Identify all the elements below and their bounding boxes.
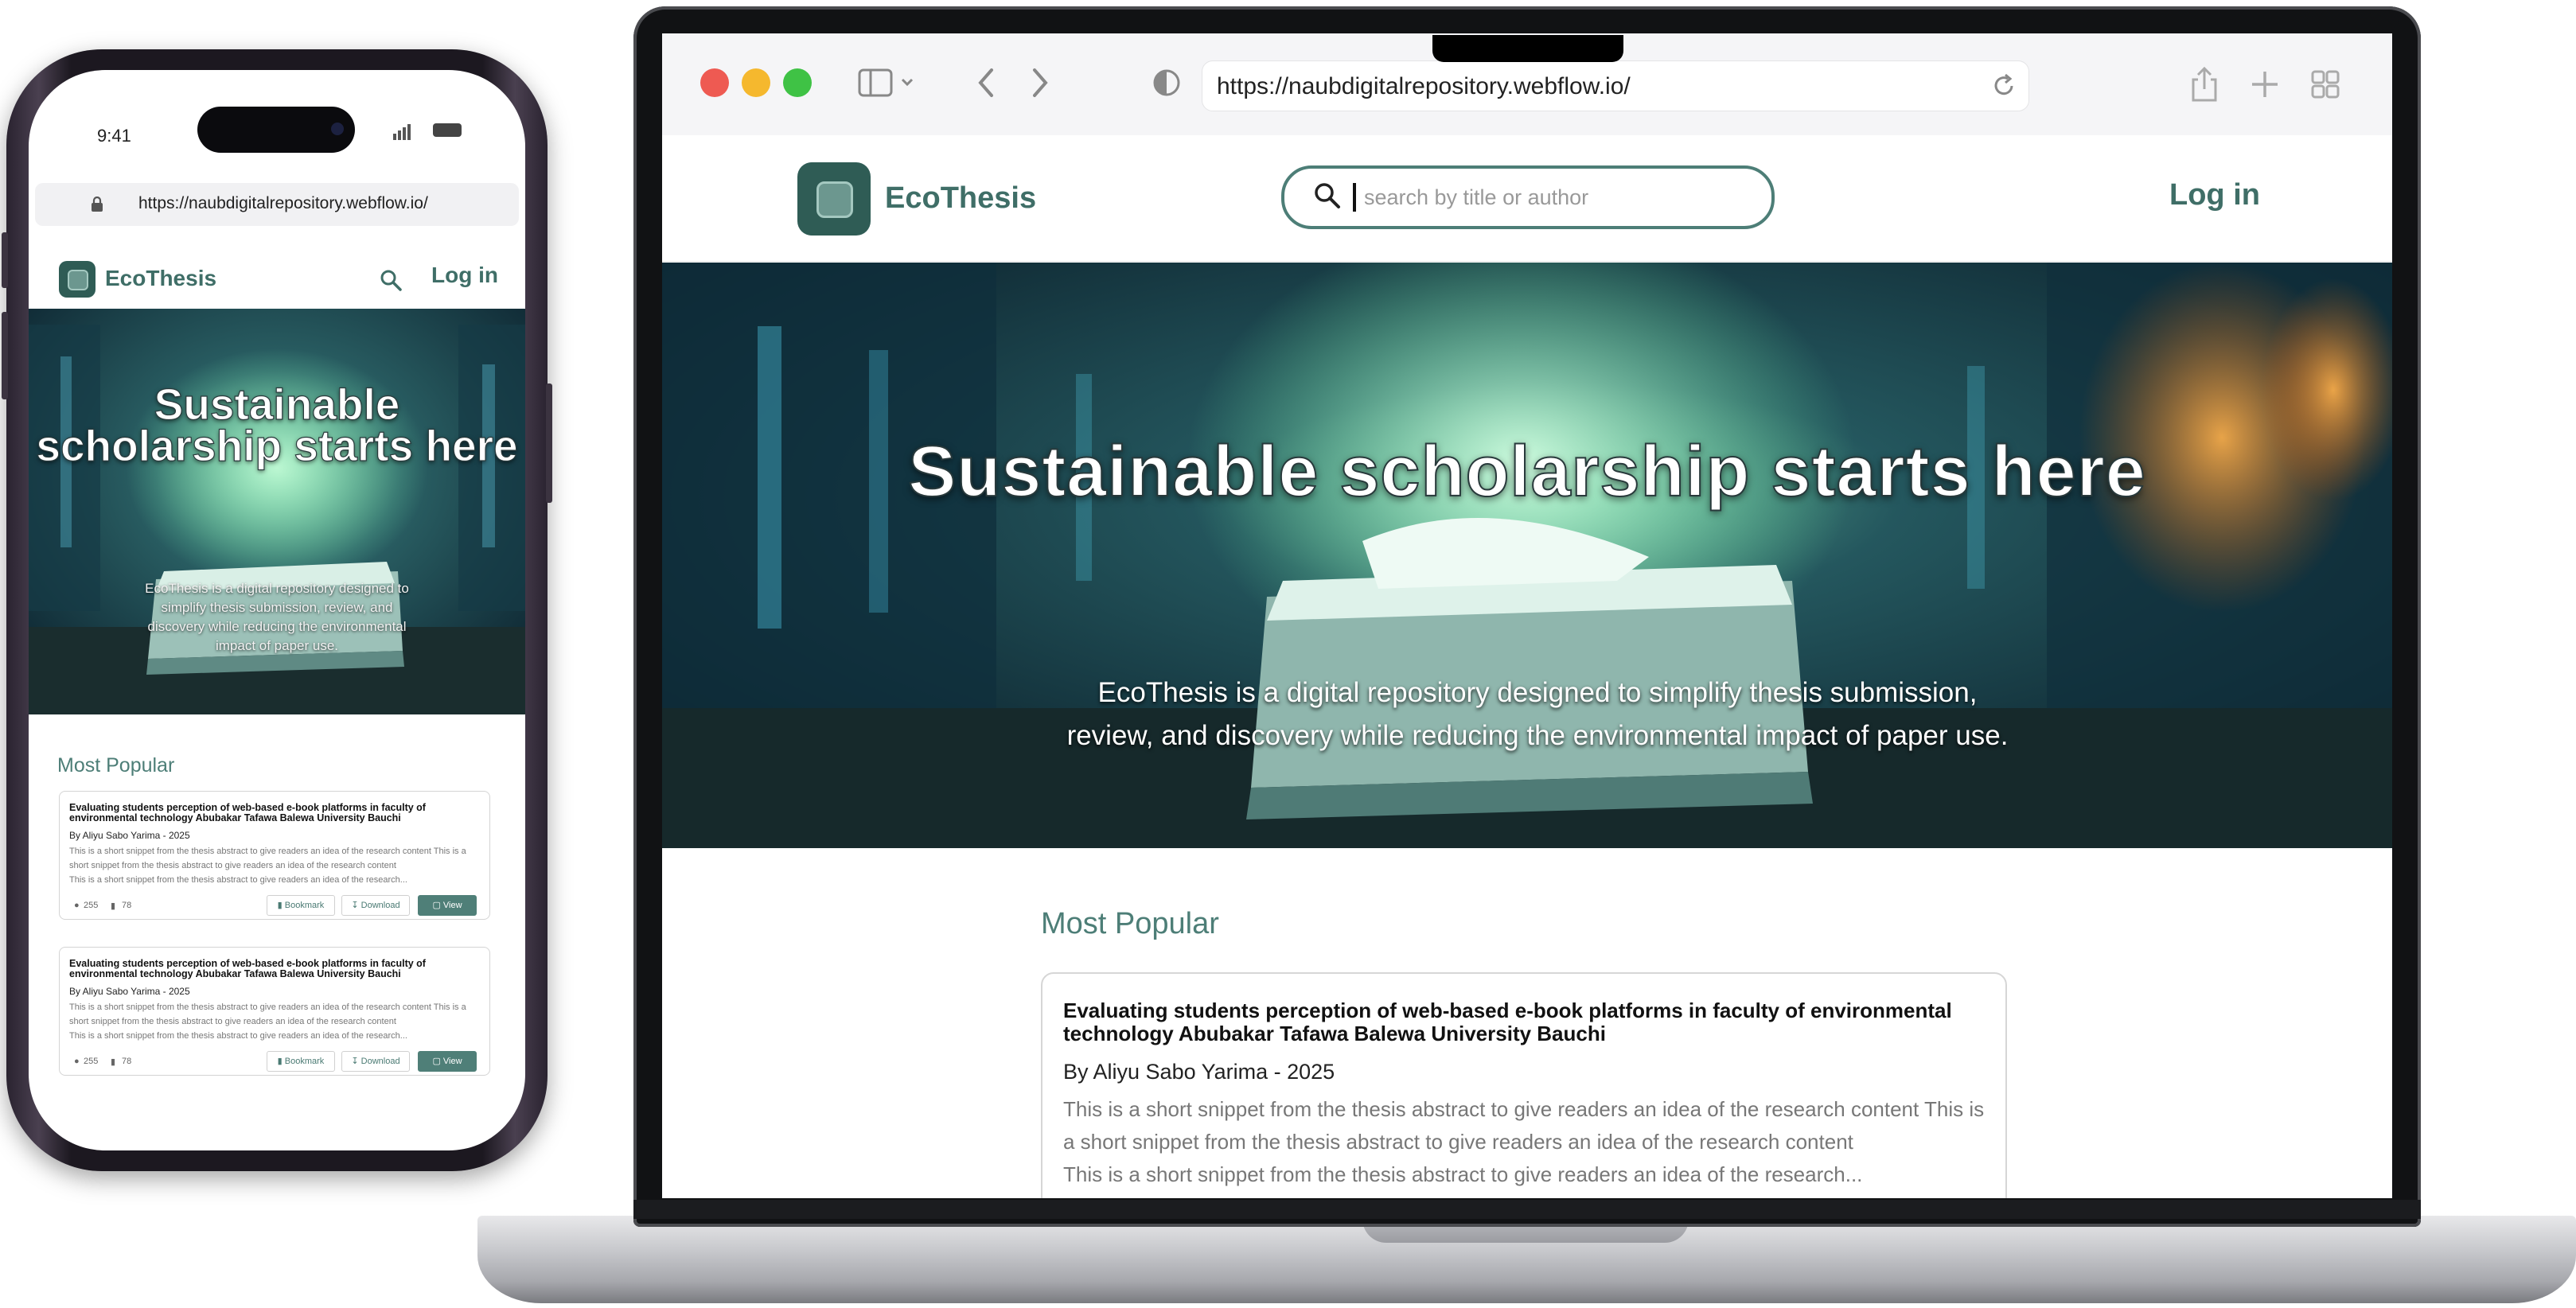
view-label: View xyxy=(442,901,462,910)
thesis-author: By Aliyu Sabo Yarima - 2025 xyxy=(69,830,190,841)
phone-site-header: EcoThesis Log in xyxy=(29,229,525,309)
search-input[interactable] xyxy=(1362,181,1748,214)
download-label: Download xyxy=(360,901,400,910)
bookmark-button[interactable]: ▮ Bookmark xyxy=(267,895,335,916)
section-title: Most Popular xyxy=(1041,907,1219,940)
search-icon xyxy=(1315,183,1340,208)
phone-hero-description: EcoThesis is a digital repository design… xyxy=(145,581,409,653)
thesis-author: By Aliyu Sabo Yarima - 2025 xyxy=(69,986,190,997)
phone-mockup: 9:41 https://naubdigitalrepository.webfl… xyxy=(2,49,552,1171)
bookmark-button[interactable]: ▮ Bookmark xyxy=(267,1051,335,1072)
download-label: Download xyxy=(360,1057,400,1066)
privacy-shield-icon[interactable] xyxy=(1151,65,1183,100)
download-icon: ↧ xyxy=(351,901,361,910)
close-window-button[interactable] xyxy=(700,68,729,97)
phone-screen: 9:41 https://naubdigitalrepository.webfl… xyxy=(29,70,525,1150)
phone-hero: Sustainable scholarship starts here EcoT… xyxy=(29,309,525,714)
download-button[interactable]: ↧ Download xyxy=(341,895,410,916)
hero-title: Sustainable scholarship starts here xyxy=(907,431,2146,512)
bookmark-count: 78 xyxy=(122,1057,132,1066)
view-button[interactable]: ▢ View xyxy=(418,895,477,916)
url-text: https://naubdigitalrepository.webflow.io… xyxy=(1217,73,1631,99)
thesis-title[interactable]: Evaluating students perception of web-ba… xyxy=(69,959,480,979)
laptop-screen: https://naubdigitalrepository.webflow.io… xyxy=(662,33,2392,1198)
hero-description: EcoThesis is a digital repository design… xyxy=(1066,677,2009,751)
phone-url-text: https://naubdigitalrepository.webflow.io… xyxy=(138,194,428,212)
brand-logo-icon[interactable] xyxy=(59,261,95,298)
phone-address-bar[interactable]: https://naubdigitalrepository.webflow.io… xyxy=(35,183,519,226)
minimize-window-button[interactable] xyxy=(742,68,770,97)
snippet-text: This is a short snippet from the thesis … xyxy=(69,875,407,885)
phone-hero-title: Sustainable scholarship starts here xyxy=(36,380,518,470)
camera-icon xyxy=(331,123,344,135)
thesis-card[interactable]: Evaluating students perception of web-ba… xyxy=(1041,972,2007,1198)
thesis-title[interactable]: Evaluating students perception of web-ba… xyxy=(69,803,480,823)
reload-icon[interactable] xyxy=(1990,72,2017,99)
download-button[interactable]: ↧ Download xyxy=(341,1051,410,1072)
bookmark-label: Bookmark xyxy=(284,1057,325,1066)
lock-icon xyxy=(92,197,103,212)
view-icon: ▢ xyxy=(432,1057,443,1066)
brand-name[interactable]: EcoThesis xyxy=(105,266,216,291)
snippet-text: This is a short snippet from the thesis … xyxy=(1063,1162,1863,1186)
phone-volume-button xyxy=(2,312,8,399)
bookmark-icon: ▮ xyxy=(277,901,285,910)
snippet-text: This is a short snippet from the thesis … xyxy=(1063,1097,1985,1154)
bookmark-count: 78 xyxy=(122,901,132,910)
laptop-mockup: https://naubdigitalrepository.webflow.io… xyxy=(477,0,2576,1308)
search-box[interactable] xyxy=(1281,165,1775,229)
share-icon[interactable] xyxy=(2188,65,2220,103)
brand-logo-icon[interactable] xyxy=(797,162,871,236)
phone-side-button xyxy=(2,232,8,288)
hero-banner: Sustainable scholarship starts here EcoT… xyxy=(662,263,2392,848)
view-count: 255 xyxy=(84,901,99,910)
battery-icon xyxy=(433,123,462,137)
thesis-snippet: This is a short snippet from the thesis … xyxy=(69,1000,480,1043)
view-count: 255 xyxy=(84,1057,99,1066)
phone-status-bar: 9:41 xyxy=(29,70,525,165)
status-time: 9:41 xyxy=(97,126,131,146)
view-label: View xyxy=(442,1057,462,1066)
view-button[interactable]: ▢ View xyxy=(418,1051,477,1072)
login-link[interactable]: Log in xyxy=(2169,178,2260,212)
thesis-snippet: This is a short snippet from the thesis … xyxy=(1063,1093,1994,1191)
dynamic-island xyxy=(197,107,355,153)
bookmark-icon: ▮ xyxy=(277,1057,285,1066)
snippet-text: This is a short snippet from the thesis … xyxy=(69,1002,466,1026)
search-icon[interactable] xyxy=(379,268,403,292)
new-tab-icon[interactable] xyxy=(2249,65,2281,103)
thesis-author: By Aliyu Sabo Yarima - 2025 xyxy=(1063,1060,1335,1084)
laptop-bezel-bottom xyxy=(633,1200,2421,1219)
brand-name[interactable]: EcoThesis xyxy=(885,181,1036,216)
eye-icon: ● xyxy=(74,1057,80,1066)
site-header: EcoThesis Log in xyxy=(662,135,2392,262)
back-icon[interactable] xyxy=(971,65,1003,100)
thesis-title[interactable]: Evaluating students perception of web-ba… xyxy=(1063,999,1986,1045)
sidebar-toggle-icon[interactable] xyxy=(856,65,920,100)
thesis-card[interactable]: Evaluating students perception of web-ba… xyxy=(59,791,490,920)
maximize-window-button[interactable] xyxy=(783,68,812,97)
download-icon: ↧ xyxy=(351,1057,361,1066)
eye-icon: ● xyxy=(74,901,80,910)
hero-image xyxy=(662,263,2392,848)
address-bar[interactable]: https://naubdigitalrepository.webflow.io… xyxy=(1202,60,2029,111)
phone-section-title: Most Popular xyxy=(57,754,175,777)
view-icon: ▢ xyxy=(432,901,443,910)
laptop-notch xyxy=(1432,35,1623,62)
tab-overview-icon[interactable] xyxy=(2309,65,2341,103)
bookmark-label: Bookmark xyxy=(284,901,325,910)
text-caret xyxy=(1353,183,1356,212)
signal-icon xyxy=(393,123,411,140)
thesis-card[interactable]: Evaluating students perception of web-ba… xyxy=(59,947,490,1076)
thesis-snippet: This is a short snippet from the thesis … xyxy=(69,844,480,887)
bookmark-icon: ▮ xyxy=(111,1057,116,1067)
bookmark-icon: ▮ xyxy=(111,901,116,911)
snippet-text: This is a short snippet from the thesis … xyxy=(69,1031,407,1041)
snippet-text: This is a short snippet from the thesis … xyxy=(69,847,466,870)
forward-icon[interactable] xyxy=(1023,65,1055,100)
